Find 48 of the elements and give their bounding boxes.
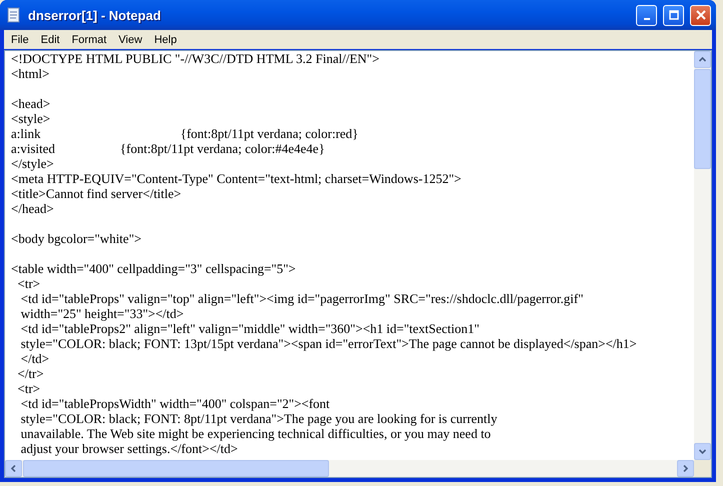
caret-icon	[699, 448, 706, 455]
code-line: </tr>	[16, 366, 44, 381]
code-line: <td id="tableProps" valign="top" align="left"><img id="pagerrorImg" SRC="res://shdoclc.dll/pagerror.gif"	[20, 291, 584, 306]
menu-item[interactable]: Format	[66, 34, 113, 46]
code-line: <body bgcolor="white">	[11, 231, 142, 246]
scroll-down-button[interactable]	[694, 443, 711, 460]
code-line: </head>	[11, 201, 54, 216]
minimize-icon	[644, 18, 650, 20]
menu-item[interactable]: File	[5, 34, 35, 46]
code-line: a:link {font:8pt/11pt verdana; color:red}	[11, 126, 358, 141]
code-line: </style>	[11, 156, 54, 171]
menu-item[interactable]: View	[112, 34, 148, 46]
code-line: <td id="tablePropsWidth" width="400" colspan="2"><font	[20, 396, 330, 411]
menu-item[interactable]: Help	[148, 34, 183, 46]
maximize-button[interactable]	[663, 4, 684, 26]
caret-icon	[10, 465, 17, 472]
code-line: <tr>	[16, 276, 40, 291]
scrollbar-thumb[interactable]	[23, 460, 329, 477]
code-line: <tr>	[16, 381, 40, 396]
resize-grip[interactable]	[694, 460, 711, 477]
code-line: unavailable. The Web site might be experiencing technical difficulties, or you may need to	[20, 426, 491, 441]
scroll-left-button[interactable]	[5, 460, 22, 477]
code-line: width="25" height="33"></td>	[20, 306, 184, 321]
caret-icon	[682, 465, 689, 472]
code-line: style="COLOR: black; FONT: 13pt/15pt verdana"><span id="errorText">The page cannot be displayed</span></h1>	[20, 336, 637, 351]
code-line: <style>	[11, 111, 50, 126]
code-line: <td id="tableProps2" align="left" valign="middle" width="360"><h1 id="textSection1"	[20, 321, 480, 336]
close-button[interactable]	[690, 4, 711, 26]
scroll-right-button[interactable]	[677, 460, 694, 477]
code-line: style="COLOR: black; FONT: 8pt/11pt verdana">The page you are looking for is currently	[20, 411, 498, 426]
code-line: a:visited {font:8pt/11pt verdana; color:#4e4e4e}	[11, 141, 325, 156]
code-line: <html>	[11, 66, 50, 81]
code-line: </td>	[20, 351, 50, 366]
code-line: <table width="400" cellpadding="3" cellspacing="5">	[11, 261, 296, 276]
scrollbar-thumb[interactable]	[694, 69, 711, 169]
caret-icon	[699, 56, 706, 63]
code-line: adjust your browser settings.</font></td>	[20, 441, 238, 456]
minimize-button[interactable]	[636, 4, 657, 26]
close-icon	[696, 10, 706, 20]
notepad-icon	[6, 7, 22, 23]
maximize-icon	[668, 10, 678, 20]
menu-item[interactable]: Edit	[34, 34, 66, 46]
code-line: <!DOCTYPE HTML PUBLIC "-//W3C//DTD HTML 3.2 Final//EN">	[11, 51, 380, 66]
code-line: <head>	[11, 96, 50, 111]
window-title: dnserror[1] - Notepad	[28, 8, 162, 22]
scroll-up-button[interactable]	[694, 51, 711, 68]
code-line: <title>Cannot find server</title>	[11, 186, 182, 201]
code-line: <meta HTTP-EQUIV="Content-Type" Content="text-html; charset=Windows-1252">	[11, 171, 462, 186]
